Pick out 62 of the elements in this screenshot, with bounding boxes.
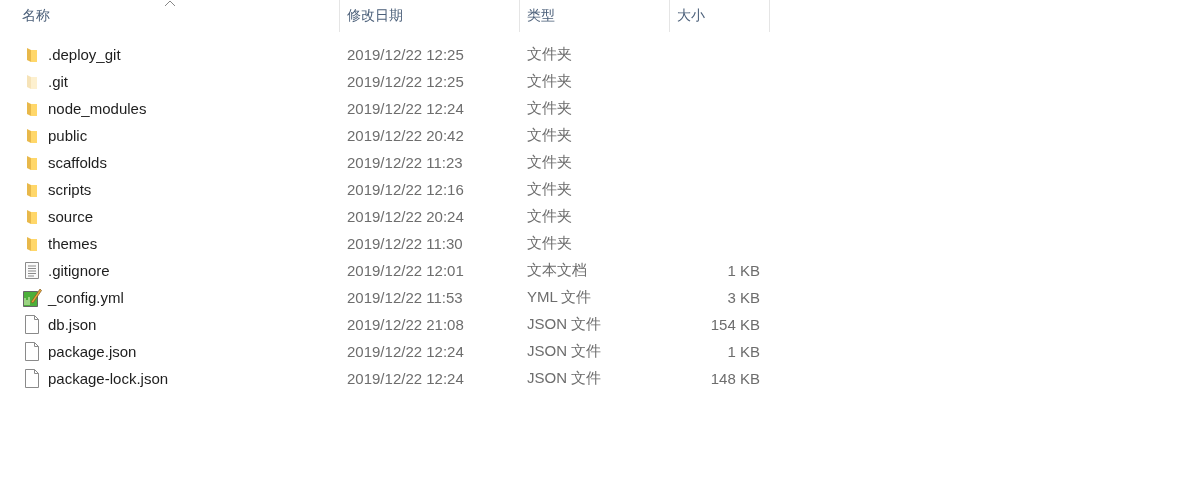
column-header[interactable]: 类型 [520, 0, 670, 32]
modified-date: 2019/12/22 12:16 [347, 181, 464, 198]
file-name[interactable]: node_modules [48, 100, 147, 117]
modified-date: 2019/12/22 12:24 [347, 100, 464, 117]
file-name[interactable]: scaffolds [48, 154, 107, 171]
modified-date: 2019/12/22 12:24 [347, 370, 464, 387]
sort-caret-icon [163, 0, 176, 7]
folder-icon [26, 208, 38, 225]
file-type: 文件夹 [527, 153, 572, 170]
modified-date: 2019/12/22 11:30 [347, 235, 463, 252]
text-document-icon [25, 262, 39, 279]
file-name[interactable]: .gitignore [48, 262, 110, 279]
modified-date: 2019/12/22 12:25 [347, 73, 464, 90]
file-type: 文件夹 [527, 207, 572, 224]
modified-date: 2019/12/22 12:25 [347, 46, 464, 63]
editor-document-icon [22, 288, 42, 307]
file-name[interactable]: .deploy_git [48, 46, 121, 63]
file-size: 154 KB [710, 316, 760, 333]
folder-icon [26, 73, 38, 90]
folder-icon [26, 100, 38, 117]
file-type: JSON 文件 [527, 342, 602, 359]
file-size: 148 KB [710, 370, 760, 387]
modified-date: 2019/12/22 21:08 [347, 316, 464, 333]
file-type: JSON 文件 [527, 315, 602, 332]
file-name[interactable]: scripts [48, 181, 92, 198]
modified-date: 2019/12/22 20:24 [347, 208, 464, 225]
column-header[interactable]: 修改日期 [340, 0, 520, 32]
modified-date: 2019/12/22 11:53 [347, 289, 463, 306]
blank-file-icon [25, 315, 39, 334]
file-name[interactable]: source [48, 208, 94, 225]
blank-file-icon [25, 342, 39, 361]
file-type: 文件夹 [527, 234, 572, 251]
file-type: YML 文件 [527, 288, 592, 305]
file-name[interactable]: _config.yml [48, 289, 124, 306]
file-name[interactable]: themes [48, 235, 98, 252]
modified-date: 2019/12/22 12:24 [347, 343, 464, 360]
blank-file-icon [25, 369, 39, 388]
column-header[interactable]: 名称 [0, 0, 340, 32]
modified-date: 2019/12/22 20:42 [347, 127, 464, 144]
file-type: 文件夹 [527, 45, 572, 62]
modified-date: 2019/12/22 12:01 [347, 262, 464, 279]
file-name[interactable]: .git [48, 73, 68, 90]
column-header[interactable]: 大小 [670, 0, 770, 32]
file-name[interactable]: db.json [48, 316, 97, 333]
modified-date: 2019/12/22 11:23 [347, 154, 463, 171]
file-size: 1 KB [727, 343, 760, 360]
file-type: 文本文档 [527, 261, 587, 278]
folder-icon [26, 154, 38, 171]
file-size: 3 KB [727, 289, 760, 306]
file-type: 文件夹 [527, 99, 572, 116]
file-size: 1 KB [727, 262, 760, 279]
folder-icon [26, 127, 38, 144]
file-type: 文件夹 [527, 72, 572, 89]
folder-icon [26, 235, 38, 252]
file-name[interactable]: package-lock.json [48, 370, 169, 387]
file-type: 文件夹 [527, 126, 572, 143]
file-name[interactable]: package.json [48, 343, 137, 360]
folder-icon [26, 46, 38, 63]
file-name[interactable]: public [48, 127, 88, 144]
file-type: 文件夹 [527, 180, 572, 197]
folder-icon [26, 181, 38, 198]
file-type: JSON 文件 [527, 369, 602, 386]
